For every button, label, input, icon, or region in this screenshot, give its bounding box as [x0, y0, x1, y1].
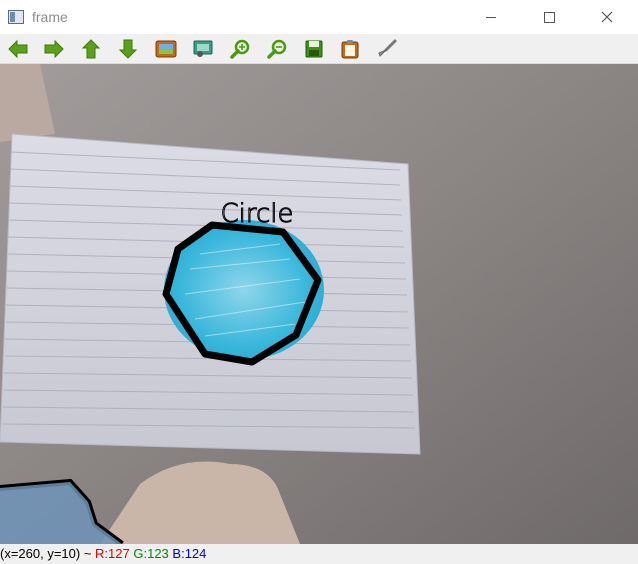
- arrow-left-icon: [8, 39, 28, 59]
- detection-label: Circle: [220, 199, 293, 229]
- status-blue-value: B:124: [172, 546, 207, 561]
- title-bar: frame: [0, 0, 638, 34]
- pan-right-button[interactable]: [42, 37, 66, 61]
- status-bar: (x=260, y=10) ~ R:127 G:123 B:124: [0, 544, 638, 564]
- copy-to-clipboard-button[interactable]: [338, 37, 362, 61]
- pan-down-button[interactable]: [116, 37, 140, 61]
- toolbar: [0, 34, 638, 64]
- minimize-icon: [486, 16, 496, 18]
- zoom-out-button[interactable]: [265, 37, 289, 61]
- properties-button[interactable]: [375, 37, 399, 61]
- app-window: frame Circle (x=260, y=10) ~ R:127 G:123…: [0, 0, 638, 564]
- minimize-button[interactable]: [468, 0, 514, 34]
- close-button[interactable]: [584, 0, 630, 34]
- camera-frame[interactable]: Circle: [0, 64, 638, 544]
- clipboard-icon: [341, 40, 359, 59]
- zoom-to-original-button[interactable]: [191, 37, 215, 61]
- zoom-out-icon: [267, 39, 287, 59]
- zoom-in-button[interactable]: [228, 37, 252, 61]
- zoom-in-icon: [230, 39, 250, 59]
- window-title: frame: [32, 9, 68, 25]
- close-icon: [601, 11, 613, 23]
- maximize-icon: [543, 11, 555, 23]
- image-zoom-icon: [193, 40, 213, 57]
- arrow-up-icon: [81, 39, 101, 59]
- zoom-to-fit-button[interactable]: [154, 37, 178, 61]
- pan-up-button[interactable]: [79, 37, 103, 61]
- status-coords: (x=260, y=10) ~: [0, 546, 96, 561]
- status-green-value: G:123: [133, 546, 169, 561]
- pan-left-button[interactable]: [6, 37, 30, 61]
- arrow-down-icon: [118, 39, 138, 59]
- arrow-right-icon: [44, 39, 64, 59]
- brush-icon: [378, 39, 397, 57]
- save-image-button[interactable]: [302, 37, 326, 61]
- app-window-icon: [8, 10, 24, 24]
- maximize-button[interactable]: [526, 0, 572, 34]
- frame-image: Circle: [0, 64, 638, 544]
- status-red-value: R:127: [95, 546, 130, 561]
- save-icon: [305, 40, 323, 58]
- image-icon: [155, 40, 177, 58]
